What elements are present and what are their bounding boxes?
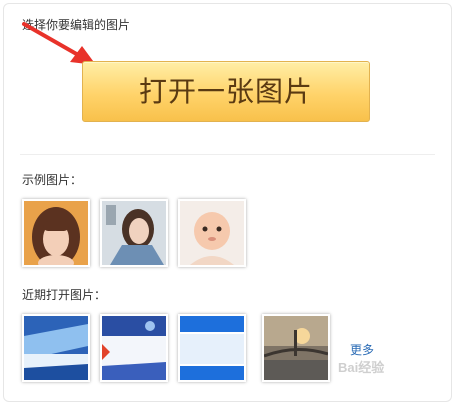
recent-thumb-2[interactable] xyxy=(100,314,168,382)
examples-label: 示例图片： xyxy=(22,173,83,187)
blue-abstract-image-1 xyxy=(24,316,88,380)
recent-thumb-3[interactable] xyxy=(178,314,246,382)
more-link[interactable]: 更多 xyxy=(350,341,374,358)
open-image-button[interactable]: 打开一张图片 xyxy=(82,61,370,122)
example-thumb-girl-selfie[interactable] xyxy=(100,199,168,267)
recent-thumb-1[interactable] xyxy=(22,314,90,382)
watermark-logo: Bai经验 xyxy=(338,360,385,375)
recent-label: 近期打开图片： xyxy=(22,288,107,302)
blue-abstract-image-2 xyxy=(102,316,166,380)
recent-thumb-4[interactable] xyxy=(262,314,330,382)
example-thumb-girl-bangs[interactable] xyxy=(22,199,90,267)
blue-white-banner-image xyxy=(180,316,244,380)
example-thumb-baby[interactable] xyxy=(178,199,246,267)
bridge-sunset-image xyxy=(264,316,328,380)
girl-selfie-image xyxy=(102,201,166,265)
section-divider xyxy=(20,154,435,155)
baby-image xyxy=(180,201,244,265)
girl-bangs-image xyxy=(24,201,88,265)
